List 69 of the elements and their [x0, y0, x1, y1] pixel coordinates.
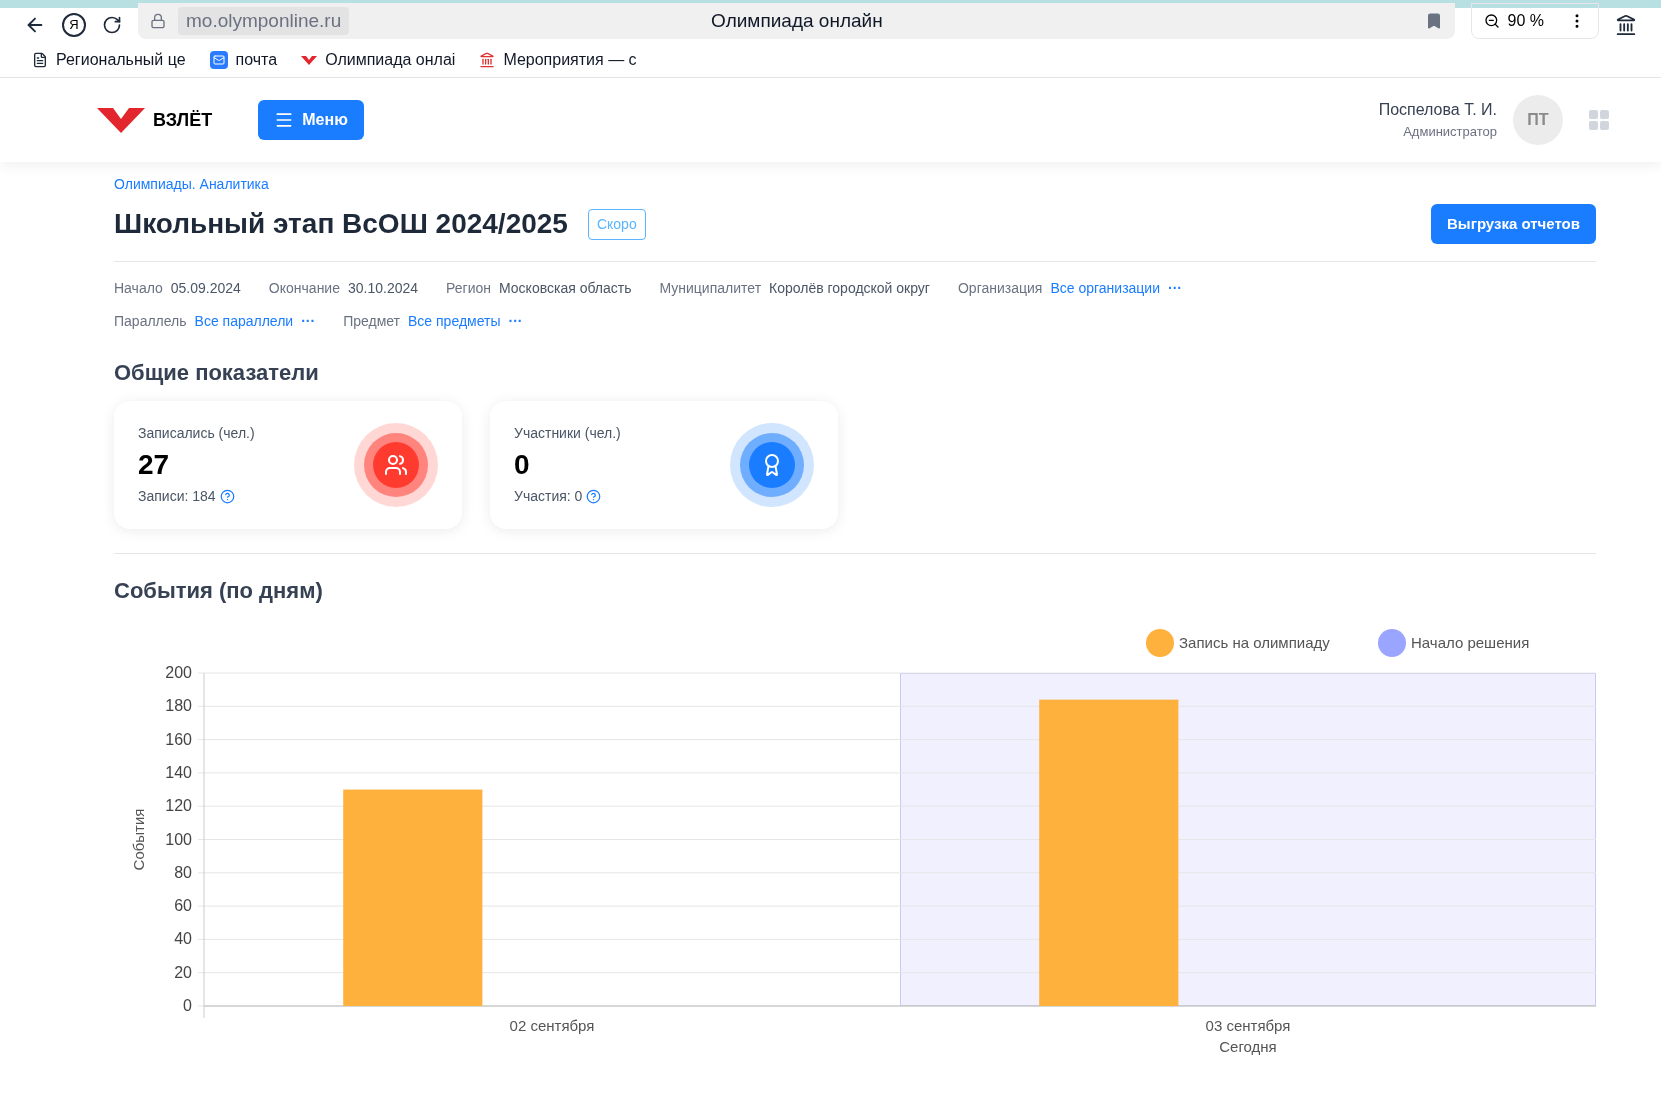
page-title: Олимпиада онлайн — [710, 8, 884, 33]
help-icon[interactable] — [586, 489, 602, 504]
metric-label: Записались (чел.) — [138, 424, 255, 443]
legend-label: Начало решения — [1411, 634, 1530, 651]
metric-label: Участники (чел.) — [514, 424, 621, 443]
filter-value: 30.10.2024 — [347, 279, 419, 298]
reload-icon[interactable] — [102, 15, 122, 35]
filter-label: Регион — [446, 279, 491, 298]
bookmark-item[interactable]: почта — [209, 47, 278, 72]
filter-link[interactable]: Все параллели — [194, 311, 294, 332]
filter-link[interactable]: Все организации — [1050, 278, 1160, 299]
y-tick-label: 140 — [165, 763, 192, 781]
filter-label: Параллель — [114, 312, 187, 331]
x-tick-label: 03 сентября — [1205, 1017, 1291, 1034]
metric-value: 0 — [514, 448, 531, 482]
filter-value: Московская область — [499, 279, 632, 298]
bookmark-item[interactable]: Региональный це — [32, 47, 186, 72]
bookmark-item[interactable]: Олимпиада онлаі — [301, 47, 456, 72]
more-icon[interactable]: ··· — [508, 311, 523, 332]
breadcrumb-link[interactable]: Олимпиады. Аналитика — [114, 174, 1596, 195]
metric-note: Записи: 184 — [138, 487, 216, 506]
filter-label: Организация — [958, 279, 1043, 298]
y-tick-label: 20 — [174, 963, 192, 981]
y-tick-label: 160 — [165, 730, 192, 748]
page-heading: Школьный этап ВсОШ 2024/2025 — [114, 207, 568, 241]
site-logo[interactable]: ВЗЛЁТ — [97, 106, 213, 134]
filter-value: 05.09.2024 — [170, 279, 241, 298]
help-icon[interactable] — [219, 489, 235, 504]
emblem-icon — [479, 51, 496, 68]
y-tick-label: 80 — [174, 863, 192, 881]
export-button[interactable]: Выгрузка отчетов — [1431, 204, 1596, 244]
x-tick-label: 02 сентября — [509, 1017, 595, 1034]
metric-note: Участия: 0 — [514, 487, 583, 506]
filter-label: Муниципалитет — [659, 279, 762, 298]
user-role: Администратор — [1403, 123, 1497, 142]
metric-value: 27 — [138, 448, 171, 482]
more-icon[interactable]: ··· — [1168, 278, 1182, 299]
section-heading: Общие показатели — [114, 359, 320, 387]
filter-value: Королёв городской округ — [769, 279, 930, 298]
bookmark-item[interactable]: Мероприятия — с — [479, 47, 637, 72]
y-tick-label: 180 — [165, 697, 192, 715]
zoom-out-icon — [1483, 13, 1500, 29]
logo-icon — [301, 53, 318, 66]
filter-link[interactable]: Все предметы — [408, 311, 501, 332]
lock-icon — [150, 13, 166, 29]
y-tick-label: 200 — [165, 664, 192, 681]
status-badge: Скоро — [587, 208, 646, 240]
menu-button[interactable]: Меню — [258, 100, 364, 140]
filter-label: Окончание — [268, 279, 340, 298]
page-icon — [32, 51, 48, 68]
user-name: Поспелова Т. И. — [1378, 100, 1497, 121]
mail-icon — [209, 50, 228, 69]
zoom-control[interactable]: 90 % — [1470, 3, 1599, 39]
legend-label: Запись на олимпиаду — [1179, 634, 1330, 651]
filter-label: Начало — [114, 279, 163, 298]
section-heading: События (по дням) — [114, 577, 324, 605]
address-bar[interactable]: mo.olymponline.ru Олимпиада онлайн — [138, 3, 1455, 39]
more-icon[interactable]: ··· — [301, 311, 316, 332]
address-text: mo.olymponline.ru — [178, 6, 350, 36]
y-tick-label: 120 — [165, 797, 192, 815]
filter-label: Предмет — [343, 312, 400, 331]
y-tick-label: 0 — [183, 997, 192, 1014]
y-tick-label: 40 — [174, 930, 192, 948]
user-avatar[interactable]: ПТ — [1513, 95, 1563, 145]
y-tick-label: 60 — [174, 897, 192, 915]
y-axis-label: События — [130, 808, 147, 871]
y-tick-label: 100 — [165, 830, 192, 848]
today-label: Сегодня — [1219, 1038, 1277, 1055]
browser-logo[interactable]: Я — [62, 13, 86, 37]
